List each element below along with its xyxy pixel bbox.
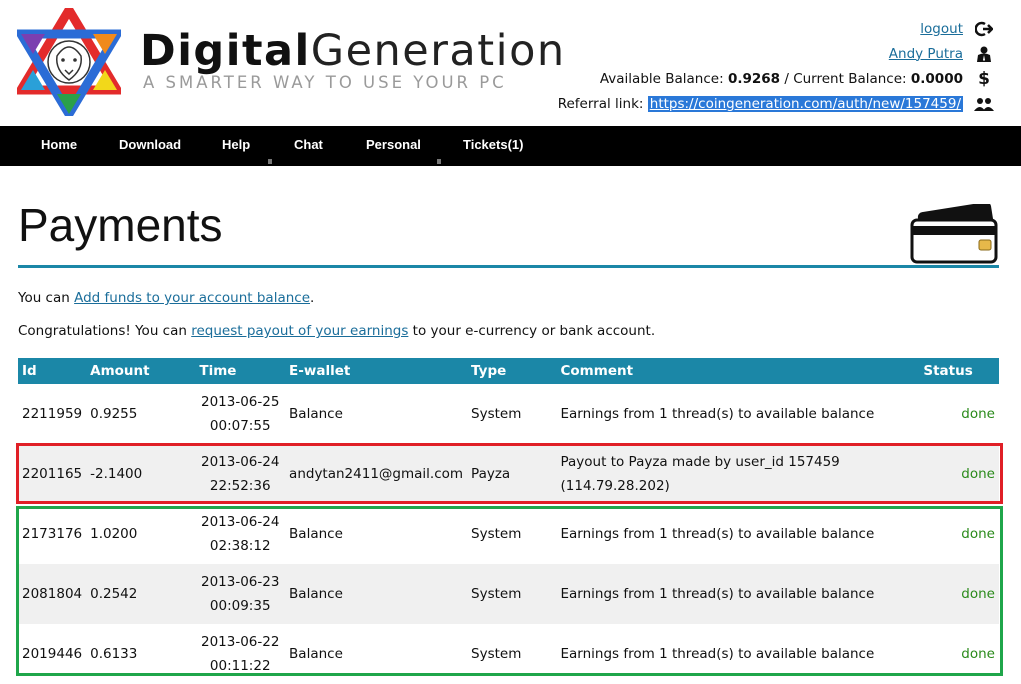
col-id[interactable]: Id	[18, 358, 87, 384]
col-comment[interactable]: Comment	[556, 358, 920, 384]
nav-personal[interactable]: Personal	[366, 126, 421, 166]
nav-home[interactable]: Home	[41, 126, 77, 166]
available-balance-label: Available Balance:	[599, 70, 724, 87]
credit-card-icon	[910, 204, 998, 264]
header: DigitalGeneration A SMARTER WAY TO USE Y…	[0, 0, 1021, 126]
current-balance-value: 0.0000	[910, 70, 963, 87]
table-row: 2211959 0.9255 2013-06-25 00:07:55 Balanc…	[18, 384, 999, 444]
cell-time: 2013-06-25 00:07:55	[200, 394, 280, 434]
available-balance-value: 0.9268	[727, 70, 781, 87]
request-payout-link[interactable]: request payout of your earnings	[191, 323, 408, 339]
highlight-box-red	[16, 443, 1003, 504]
logout-icon[interactable]	[973, 21, 995, 37]
nav-help[interactable]: Help	[222, 126, 250, 166]
col-status[interactable]: Status	[919, 358, 999, 384]
payout-line: Congratulations! You can request payout …	[18, 323, 656, 339]
col-ewallet[interactable]: E-wallet	[285, 358, 468, 384]
current-balance-label: Current Balance:	[793, 70, 907, 87]
referral-label: Referral link:	[557, 95, 644, 112]
nav-separator	[437, 159, 441, 164]
highlight-box-green	[16, 506, 1003, 676]
table-header-row: Id Amount Time E-wallet Type Comment Sta…	[18, 358, 999, 384]
cell-status: done	[961, 406, 995, 422]
col-amount[interactable]: Amount	[86, 358, 196, 384]
brand-name: DigitalGeneration	[140, 26, 566, 76]
col-time[interactable]: Time	[195, 358, 286, 384]
add-funds-link[interactable]: Add funds to your account balance	[74, 290, 310, 306]
dollar-icon: $	[978, 68, 990, 89]
page-title: Payments	[18, 199, 223, 251]
logo-star-icon[interactable]	[17, 8, 121, 116]
add-funds-line: You can Add funds to your account balanc…	[18, 290, 315, 306]
user-panel: logout Andy Putra Available Balance: 0.9…	[535, 16, 995, 116]
main-nav: Home Download Help Chat Personal Tickets…	[0, 126, 1021, 166]
cell-id: 2211959	[22, 406, 83, 422]
nav-download[interactable]: Download	[119, 126, 181, 166]
username-link[interactable]: Andy Putra	[889, 46, 963, 62]
title-divider	[18, 265, 999, 268]
user-icon	[973, 46, 995, 62]
col-type[interactable]: Type	[467, 358, 557, 384]
referral-link[interactable]: https://coingeneration.com/auth/new/1574…	[647, 95, 963, 112]
logout-link[interactable]: logout	[920, 21, 963, 37]
cell-comment: Earnings from 1 thread(s) to available b…	[560, 406, 875, 422]
nav-chat[interactable]: Chat	[294, 126, 323, 166]
nav-tickets[interactable]: Tickets(1)	[463, 126, 523, 166]
cell-type: System	[471, 406, 522, 422]
cell-amount: 0.9255	[90, 406, 138, 422]
balance-separator: /	[784, 70, 789, 87]
nav-separator	[268, 159, 272, 164]
cell-ewallet: Balance	[289, 406, 343, 422]
users-icon	[973, 97, 995, 111]
brand-tagline: A SMARTER WAY TO USE YOUR PC	[143, 73, 507, 92]
